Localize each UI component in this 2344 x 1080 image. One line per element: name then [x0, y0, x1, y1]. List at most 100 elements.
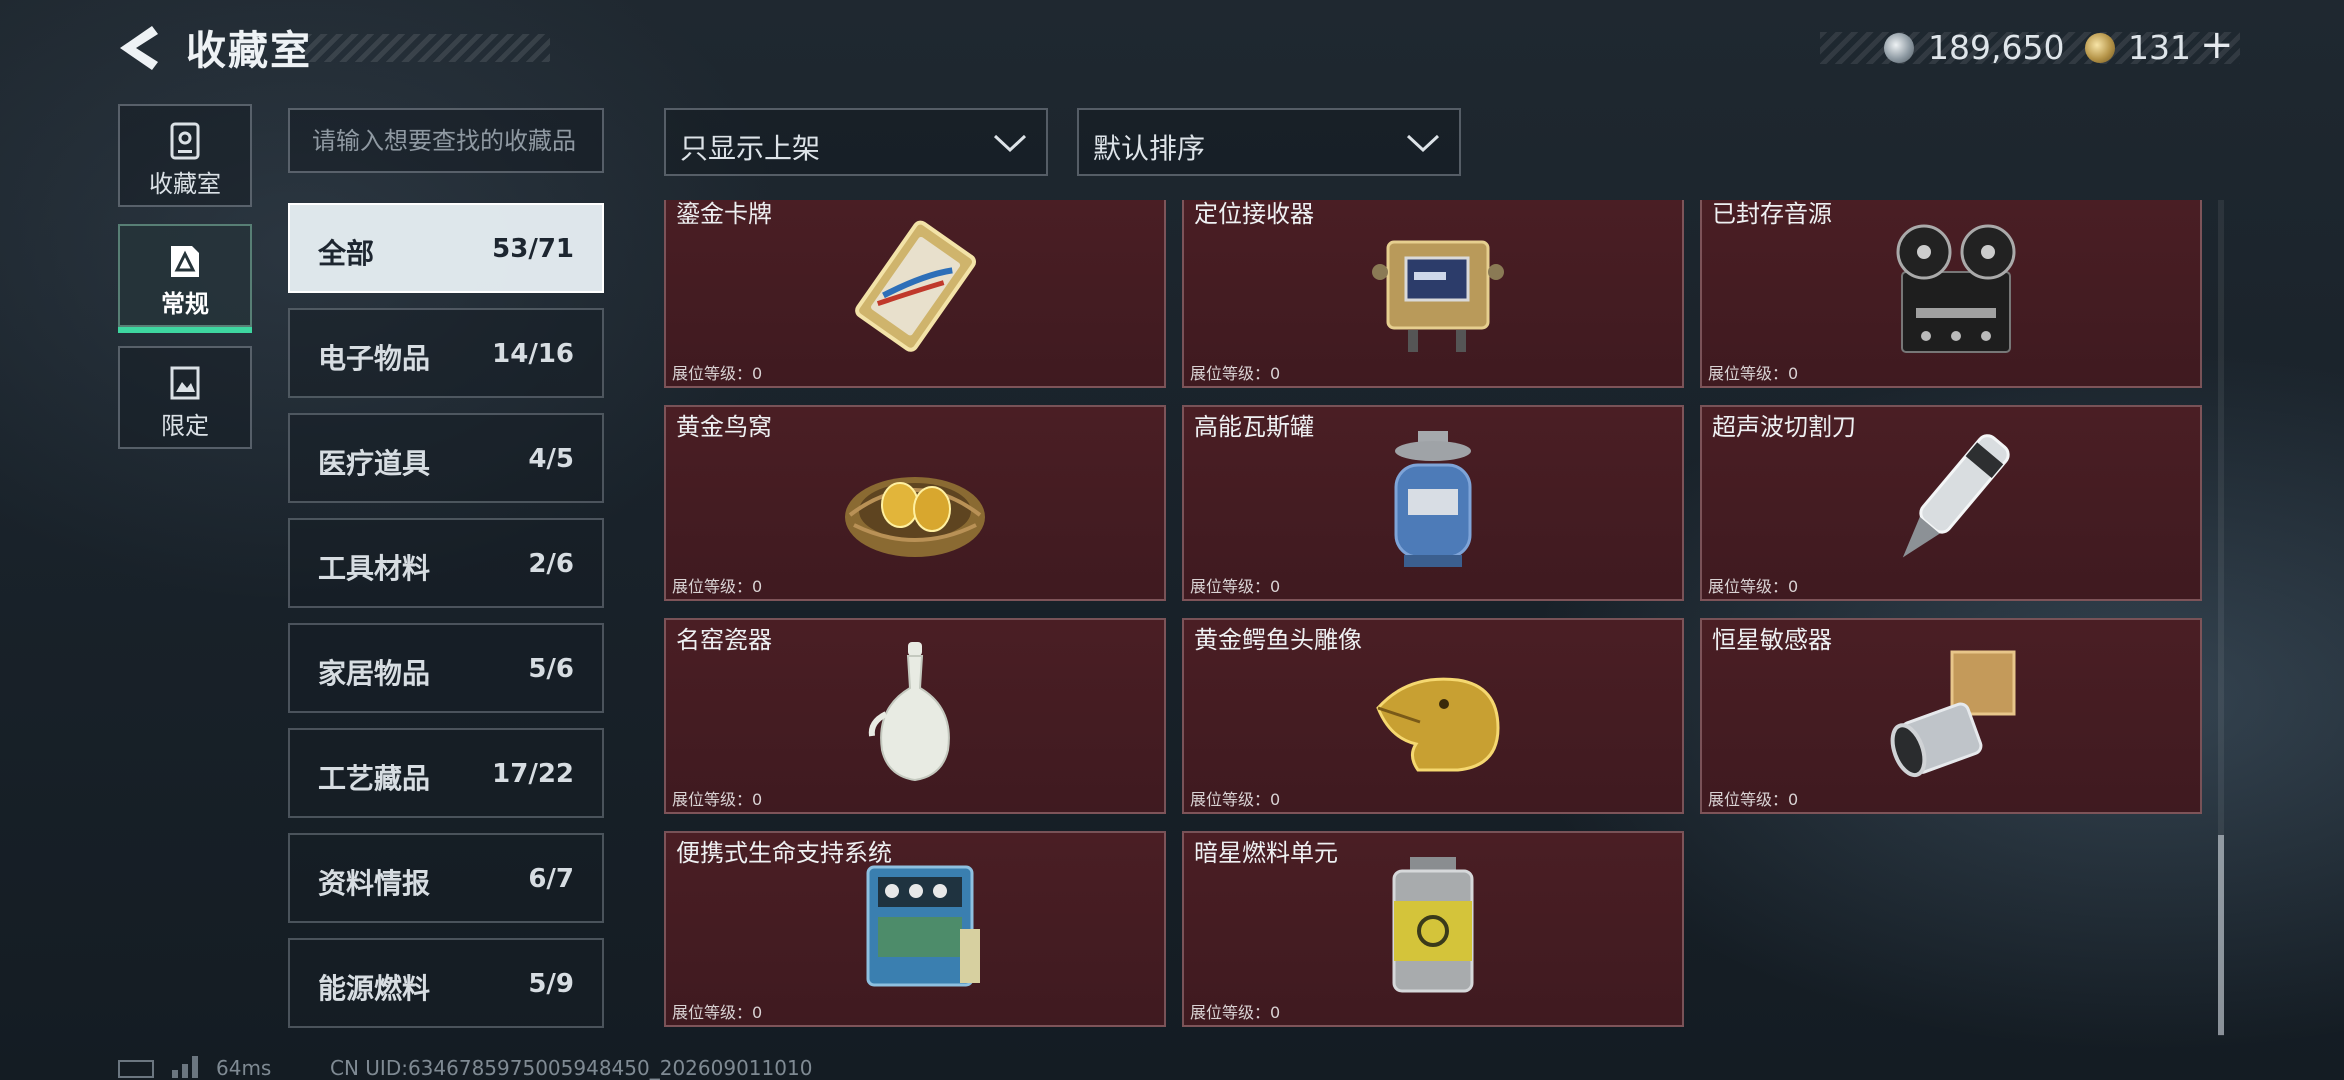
golden-crocodile-statue-icon — [1376, 677, 1500, 772]
booth-level-label: 展位等级： — [1190, 790, 1271, 809]
collectible-card[interactable]: 定位接收器 展位等级：0 — [1182, 200, 1684, 388]
booth-level-value: 0 — [1270, 1003, 1281, 1022]
dropdown-value: 默认排序 — [1093, 132, 1206, 165]
collectible-name: 高能瓦斯罐 — [1194, 413, 1314, 441]
category-item[interactable]: 资料情报 6/7 — [288, 833, 604, 923]
star-sensor-icon — [1890, 650, 2016, 778]
collectible-card[interactable]: 暗星燃料单元 展位等级：0 — [1182, 831, 1684, 1027]
ultrasonic-cutter-icon — [1902, 434, 2010, 558]
booth-level: 展位等级：0 — [672, 573, 762, 597]
chevron-down-icon — [1406, 134, 1440, 153]
signal-strength-icon — [172, 1056, 198, 1078]
booth-level-label: 展位等级： — [672, 577, 753, 596]
collectible-name: 超声波切割刀 — [1712, 413, 1856, 441]
booth-level-value: 0 — [1270, 790, 1281, 809]
booth-level-value: 0 — [1788, 577, 1799, 596]
category-item[interactable]: 工具材料 2/6 — [288, 518, 604, 608]
category-name: 能源燃料 — [318, 972, 431, 1005]
side-tab-normal[interactable]: 常规 — [118, 224, 252, 333]
category-count: 17/22 — [492, 759, 574, 789]
collectible-card[interactable]: 黄金鳄鱼头雕像 展位等级：0 — [1182, 618, 1684, 814]
booth-level-value: 0 — [1788, 790, 1799, 809]
collectible-name: 恒星敏感器 — [1712, 626, 1832, 654]
collectible-card[interactable]: 鎏金卡牌 展位等级：0 — [664, 200, 1166, 388]
side-tab-label: 限定 — [161, 412, 209, 440]
collectible-card[interactable]: 便携式生命支持系统 展位等级：0 — [664, 831, 1166, 1027]
side-tab-label: 常规 — [161, 290, 209, 318]
category-item[interactable]: 工艺藏品 17/22 — [288, 728, 604, 818]
locator-receiver-icon — [1372, 240, 1504, 352]
booth-level: 展位等级：0 — [1708, 573, 1798, 597]
category-name: 电子物品 — [318, 342, 431, 375]
category-name: 工艺藏品 — [318, 762, 431, 795]
collectible-name: 黄金鸟窝 — [676, 413, 772, 441]
collectible-card[interactable]: 恒星敏感器 展位等级：0 — [1700, 618, 2202, 814]
booth-level-value: 0 — [752, 1003, 763, 1022]
booth-level: 展位等级：0 — [1190, 999, 1280, 1023]
booth-level: 展位等级：0 — [1190, 360, 1280, 384]
category-count: 53/71 — [492, 234, 574, 264]
category-item[interactable]: 全部 53/71 — [288, 203, 604, 293]
chevron-down-icon — [993, 134, 1027, 153]
porcelain-vase-icon — [868, 642, 950, 782]
booth-level: 展位等级：0 — [672, 360, 762, 384]
side-tab-collection-room[interactable]: 收藏室 — [118, 104, 252, 207]
booth-level: 展位等级：0 — [1708, 360, 1798, 384]
category-item[interactable]: 能源燃料 5/9 — [288, 938, 604, 1028]
category-count: 4/5 — [528, 444, 574, 474]
gold-coin-amount: 131 — [2128, 28, 2191, 67]
booth-level: 展位等级：0 — [1708, 786, 1798, 810]
collectible-name: 暗星燃料单元 — [1194, 839, 1338, 867]
booth-level-value: 0 — [752, 577, 763, 596]
side-tab-label: 收藏室 — [149, 170, 221, 198]
collectible-card[interactable]: 高能瓦斯罐 展位等级：0 — [1182, 405, 1684, 601]
collectible-grid: 鎏金卡牌 展位等级：0 定位接收器 展位等级：0 已封存音源 展位等级：0 黄金鸟窝 … — [660, 200, 2208, 1036]
category-name: 资料情报 — [318, 867, 431, 900]
category-count: 5/6 — [528, 654, 574, 684]
category-item[interactable]: 医疗道具 4/5 — [288, 413, 604, 503]
dropdown-value: 只显示上架 — [680, 132, 821, 165]
collectible-name: 鎏金卡牌 — [676, 200, 772, 228]
category-item[interactable]: 电子物品 14/16 — [288, 308, 604, 398]
collection-search-input[interactable] — [288, 108, 604, 173]
silver-coin-amount: 189,650 — [1928, 28, 2065, 67]
booth-level: 展位等级：0 — [672, 999, 762, 1023]
booth-level-label: 展位等级： — [1190, 364, 1271, 383]
reel-to-reel-recorder-icon — [1896, 224, 2016, 353]
back-arrow-icon[interactable] — [112, 22, 168, 74]
silver-coin-icon — [1884, 33, 1914, 63]
collectible-card[interactable]: 黄金鸟窝 展位等级：0 — [664, 405, 1166, 601]
category-item[interactable]: 家居物品 5/6 — [288, 623, 604, 713]
collectible-card[interactable]: 名窑瓷器 展位等级：0 — [664, 618, 1166, 814]
booth-level-value: 0 — [1270, 577, 1281, 596]
booth-level: 展位等级：0 — [1190, 573, 1280, 597]
booth-level-value: 0 — [1270, 364, 1281, 383]
listed-filter-dropdown[interactable]: 只显示上架 — [664, 108, 1048, 176]
collectible-card[interactable]: 超声波切割刀 展位等级：0 — [1700, 405, 2202, 601]
booth-level-label: 展位等级： — [1190, 577, 1271, 596]
collectible-name: 已封存音源 — [1712, 200, 1832, 228]
booth-level-label: 展位等级： — [1708, 790, 1789, 809]
side-tab-limited[interactable]: 限定 — [118, 346, 252, 449]
booth-level-value: 0 — [1788, 364, 1799, 383]
add-currency-button[interactable]: + — [2200, 22, 2234, 68]
category-count: 14/16 — [492, 339, 574, 369]
booth-level: 展位等级：0 — [1190, 786, 1280, 810]
golden-nest-icon — [845, 477, 985, 557]
collectible-name: 黄金鳄鱼头雕像 — [1194, 626, 1362, 654]
category-name: 医疗道具 — [318, 447, 431, 480]
booth-level-label: 展位等级： — [672, 790, 753, 809]
user-uid: CN UID:6346785975005948450_202609011010 — [330, 1056, 813, 1080]
life-support-system-icon — [866, 865, 980, 987]
sort-dropdown[interactable]: 默认排序 — [1077, 108, 1461, 176]
image-frame-icon — [170, 366, 200, 400]
page-title: 收藏室 — [186, 28, 312, 74]
category-count: 5/9 — [528, 969, 574, 999]
collectible-name: 名窑瓷器 — [676, 626, 772, 654]
battery-icon — [118, 1060, 154, 1078]
booth-level-label: 展位等级： — [1708, 364, 1789, 383]
collectible-card[interactable]: 已封存音源 展位等级：0 — [1700, 200, 2202, 388]
grid-scrollbar-thumb[interactable] — [2218, 835, 2224, 1035]
booth-level-label: 展位等级： — [1708, 577, 1789, 596]
booth-level-value: 0 — [752, 790, 763, 809]
